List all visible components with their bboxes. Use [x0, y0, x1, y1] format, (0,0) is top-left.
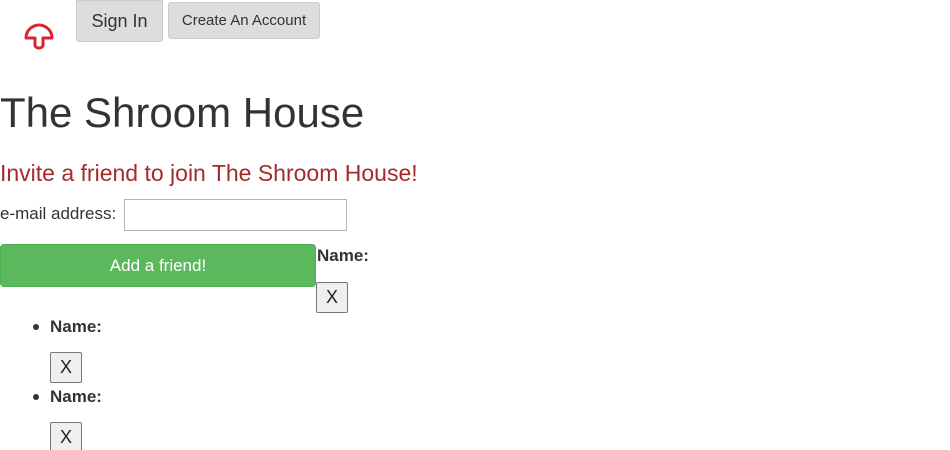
invite-heading: Invite a friend to join The Shroom House… — [0, 160, 418, 186]
email-field[interactable] — [124, 199, 347, 231]
remove-friend-button[interactable]: X — [50, 352, 82, 383]
friend-name-label: Name: — [317, 246, 369, 265]
remove-friend-button[interactable]: X — [316, 282, 348, 313]
add-friend-button[interactable]: Add a friend! — [0, 244, 316, 287]
page: Sign In Create An Account The Shroom Hou… — [0, 0, 950, 450]
create-account-button[interactable]: Create An Account — [168, 2, 320, 39]
bullet — [33, 324, 39, 330]
friend-name-label: Name: — [50, 387, 102, 406]
bullet — [33, 394, 39, 400]
friend-name-label: Name: — [50, 317, 102, 336]
remove-friend-button[interactable]: X — [50, 422, 82, 450]
email-label: e-mail address: — [0, 204, 117, 223]
page-title: The Shroom House — [0, 89, 365, 136]
mushroom-icon[interactable] — [22, 22, 56, 52]
sign-in-button[interactable]: Sign In — [76, 0, 163, 42]
